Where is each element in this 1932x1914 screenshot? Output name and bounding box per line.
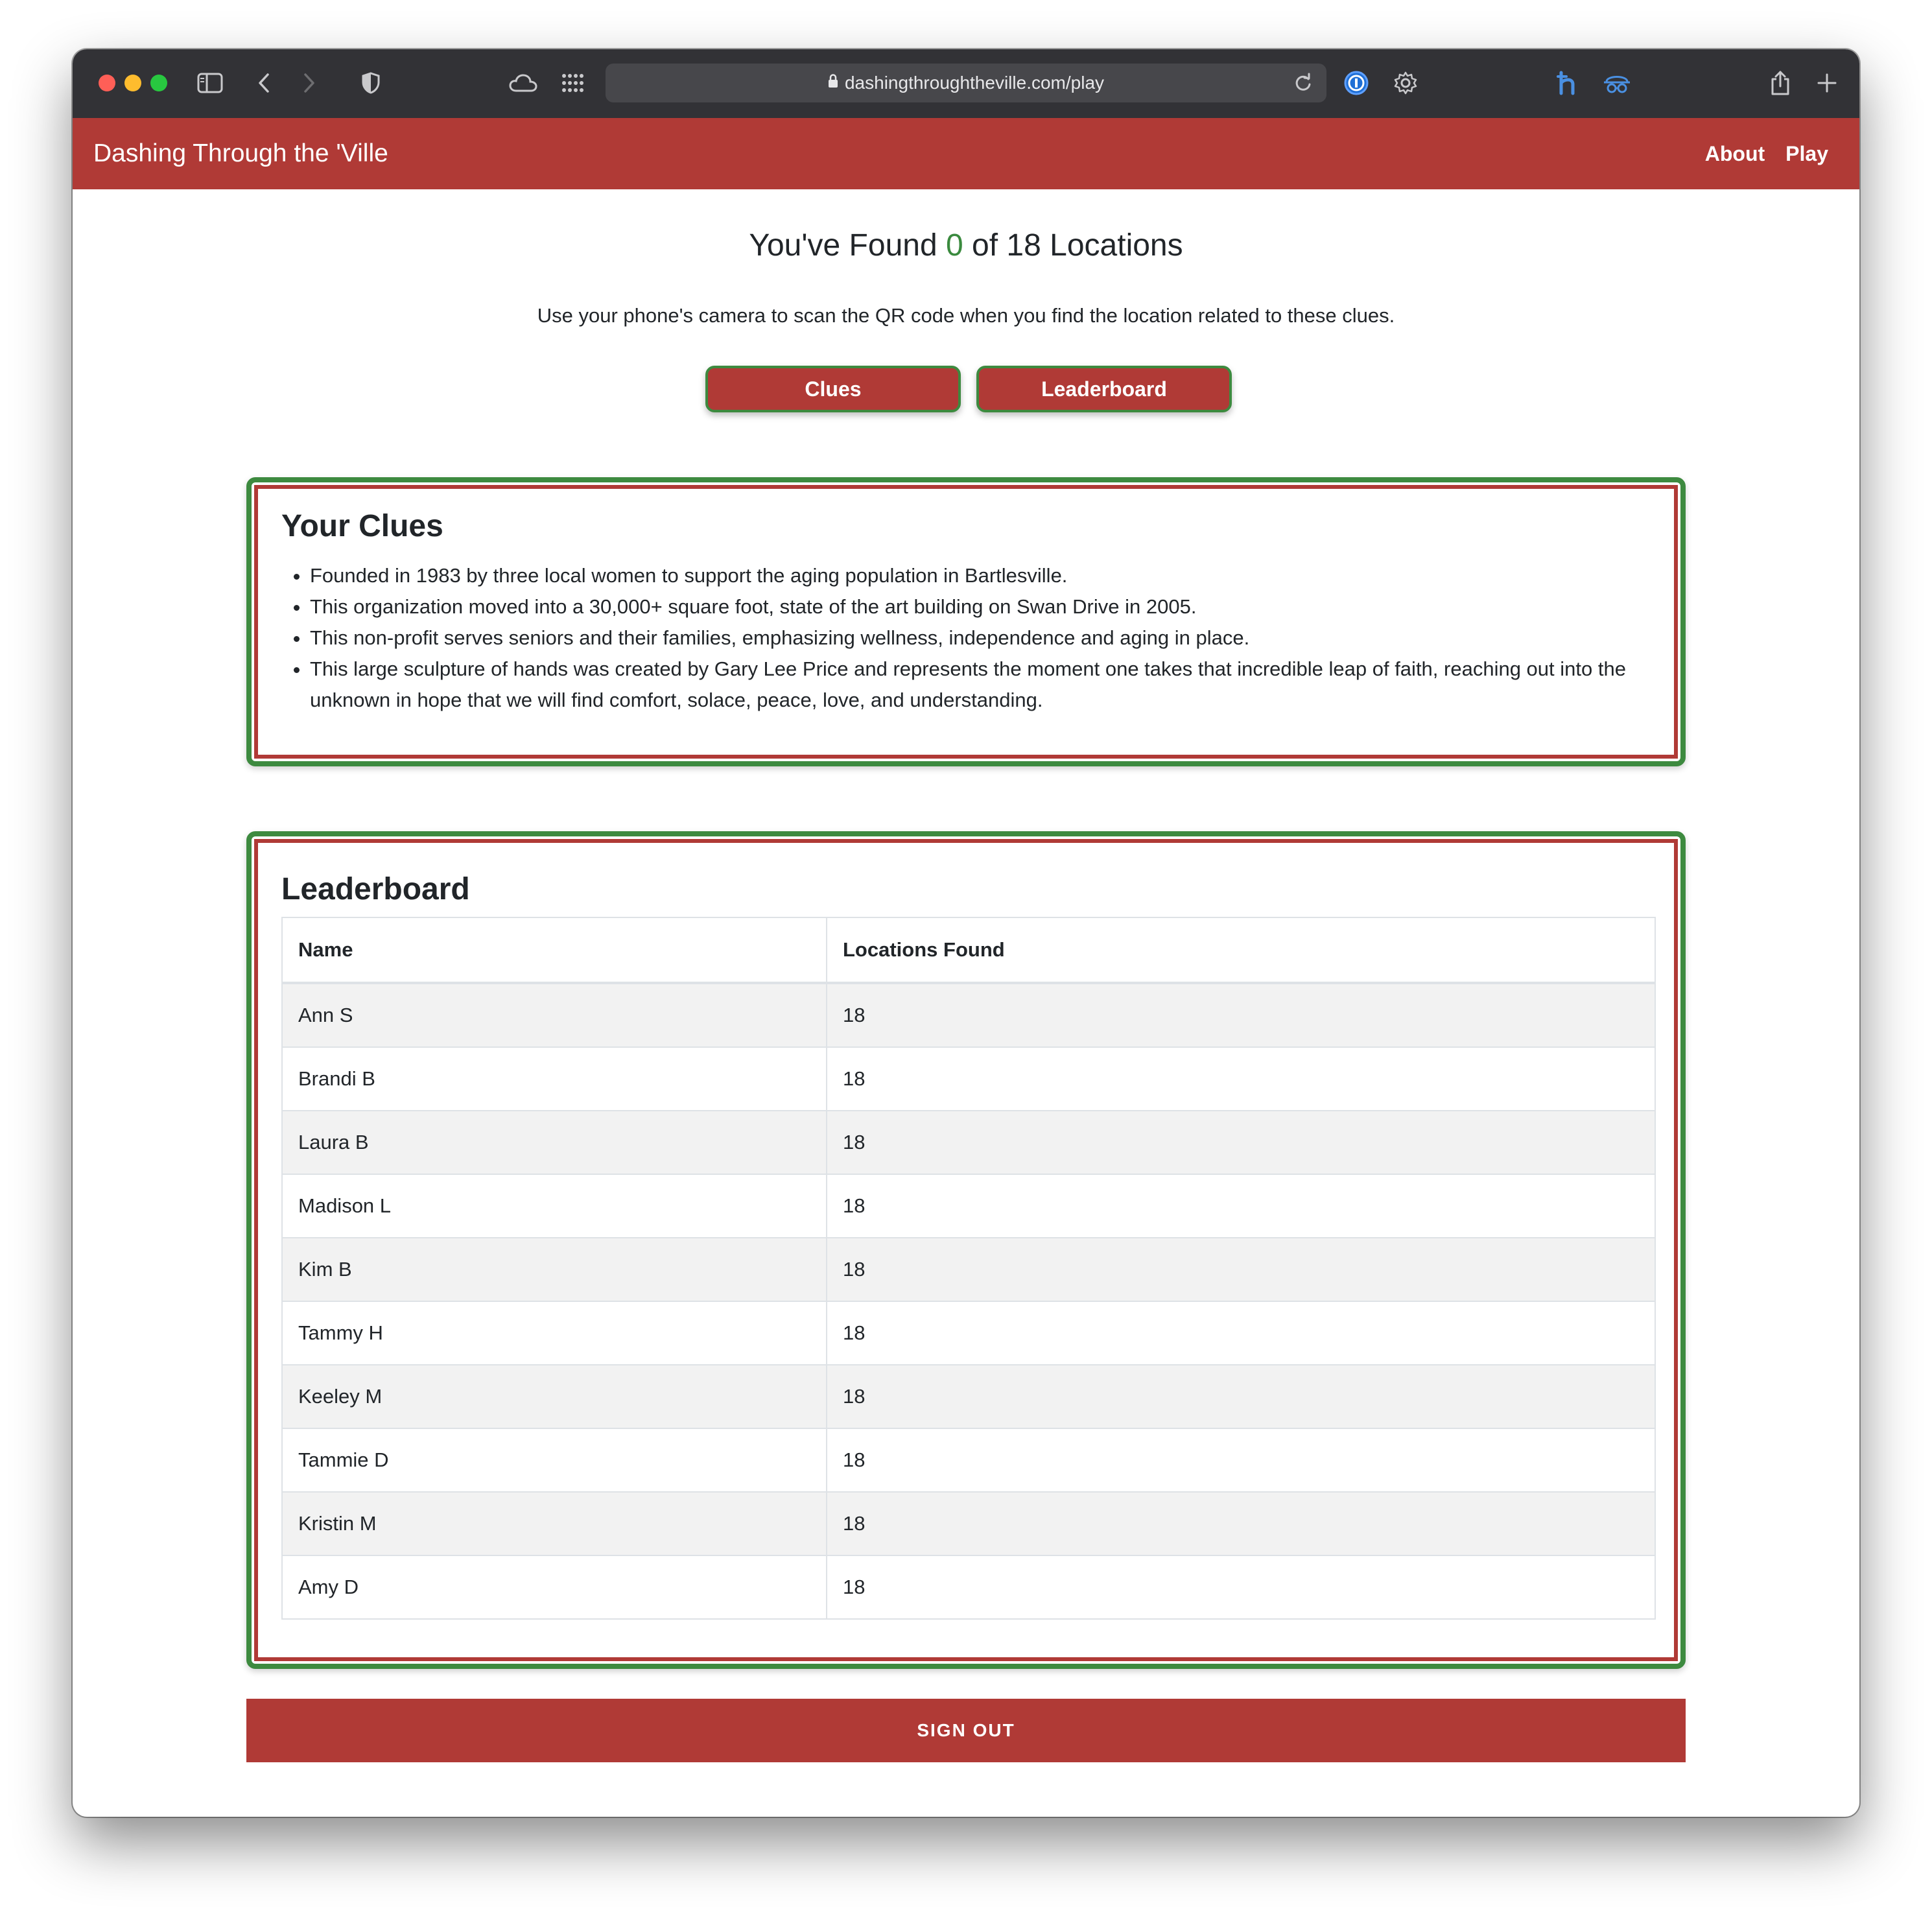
sidebar-icon[interactable] <box>196 66 224 100</box>
table-row: Brandi B 18 <box>281 1046 1656 1111</box>
leaderboard-table: Name Locations Found Ann S 18 Brandi B 18 … <box>281 917 1656 1620</box>
share-icon[interactable] <box>1767 66 1793 100</box>
cloud-icon[interactable] <box>507 66 539 100</box>
locations-found: 18 <box>826 1364 1656 1429</box>
shield-icon[interactable] <box>358 66 384 100</box>
clue-item: This organization moved into a 30,000+ s… <box>310 591 1651 622</box>
nav-links: About Play <box>1705 118 1828 189</box>
table-header-row: Name Locations Found <box>281 917 1656 984</box>
back-icon[interactable] <box>254 66 274 100</box>
clues-button[interactable]: Clues <box>705 366 961 412</box>
extension-mask-icon[interactable] <box>1601 66 1632 100</box>
sign-out-button[interactable]: SIGN OUT <box>246 1699 1686 1762</box>
player-name: Madison L <box>281 1174 827 1238</box>
forward-icon[interactable] <box>300 66 319 100</box>
locations-found: 18 <box>826 1174 1656 1238</box>
gear-icon[interactable] <box>1391 66 1420 100</box>
locations-found: 18 <box>826 1301 1656 1365</box>
clue-list: Founded in 1983 by three local women to … <box>307 560 1651 716</box>
nav-link-about[interactable]: About <box>1705 142 1765 166</box>
player-name: Kristin M <box>281 1491 827 1556</box>
nav-link-play[interactable]: Play <box>1785 142 1828 166</box>
table-row: Madison L 18 <box>281 1174 1656 1238</box>
section-buttons: Clues Leaderboard <box>705 366 1232 412</box>
table-row: Ann S 18 <box>281 982 1656 1048</box>
found-count: 0 <box>946 228 963 263</box>
player-name: Keeley M <box>281 1364 827 1429</box>
site-brand[interactable]: Dashing Through the 'Ville <box>93 118 388 189</box>
player-name: Tammy H <box>281 1301 827 1365</box>
extension-h-icon[interactable] <box>1553 66 1582 100</box>
table-row: Keeley M 18 <box>281 1364 1656 1429</box>
clue-item: Founded in 1983 by three local women to … <box>310 560 1651 591</box>
player-name: Kim B <box>281 1237 827 1302</box>
locations-found: 18 <box>826 1491 1656 1556</box>
close-window-button[interactable] <box>99 75 115 91</box>
player-name: Amy D <box>281 1555 827 1620</box>
browser-toolbar: dashingthroughtheville.com/play <box>73 49 1859 119</box>
locations-found: 18 <box>826 1237 1656 1302</box>
locations-found: 18 <box>826 1555 1656 1620</box>
clues-title: Your Clues <box>281 509 443 543</box>
instructions-text: Use your phone's camera to scan the QR c… <box>537 304 1395 327</box>
table-row: Tammie D 18 <box>281 1428 1656 1493</box>
leaderboard-title: Leaderboard <box>281 872 470 906</box>
lock-icon <box>828 63 838 102</box>
url-text: dashingthroughtheville.com/play <box>844 73 1105 93</box>
column-header-locations-found: Locations Found <box>826 917 1656 984</box>
locations-found: 18 <box>826 1428 1656 1493</box>
player-name: Brandi B <box>281 1046 827 1111</box>
table-row: Laura B 18 <box>281 1110 1656 1175</box>
address-bar[interactable]: dashingthroughtheville.com/play <box>606 64 1326 102</box>
locations-found: 18 <box>826 982 1656 1048</box>
clues-card: Your Clues Founded in 1983 by three loca… <box>246 477 1686 766</box>
site-navbar: Dashing Through the 'Ville About Play <box>73 118 1859 189</box>
reload-icon[interactable] <box>1291 71 1315 95</box>
heading-prefix: You've Found <box>749 228 937 263</box>
leaderboard-button[interactable]: Leaderboard <box>976 366 1232 412</box>
zoom-window-button[interactable] <box>150 75 167 91</box>
table-row: Kim B 18 <box>281 1237 1656 1302</box>
player-name: Laura B <box>281 1110 827 1175</box>
player-name: Ann S <box>281 982 827 1048</box>
clue-item: This large sculpture of hands was create… <box>310 654 1651 716</box>
leaderboard-card: Leaderboard Name Locations Found Ann S 18… <box>246 831 1686 1669</box>
table-row: Kristin M 18 <box>281 1491 1656 1556</box>
column-header-name: Name <box>281 917 827 984</box>
locations-found: 18 <box>826 1110 1656 1175</box>
progress-heading: You've Found 0 of 18 Locations <box>73 223 1859 268</box>
heading-suffix: of 18 Locations <box>972 228 1183 263</box>
table-row: Amy D 18 <box>281 1555 1656 1620</box>
player-name: Tammie D <box>281 1428 827 1493</box>
locations-found: 18 <box>826 1046 1656 1111</box>
new-tab-icon[interactable] <box>1814 66 1840 100</box>
table-row: Tammy H 18 <box>281 1301 1656 1365</box>
grid-icon[interactable] <box>560 66 586 100</box>
browser-window: dashingthroughtheville.com/play Dashing … <box>73 49 1859 1817</box>
clue-item: This non-profit serves seniors and their… <box>310 622 1651 654</box>
password-manager-icon[interactable] <box>1342 66 1371 100</box>
minimize-window-button[interactable] <box>124 75 141 91</box>
